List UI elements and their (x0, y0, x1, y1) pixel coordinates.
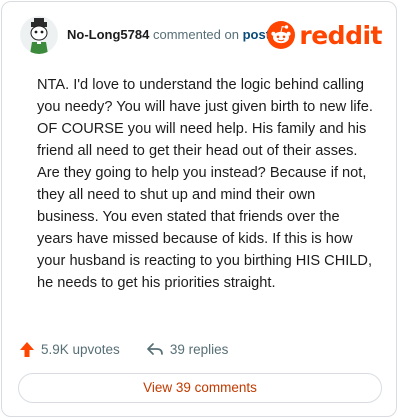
reddit-logo: reddit (267, 19, 382, 51)
reply-arrow-icon (146, 343, 163, 355)
reply-count[interactable]: 39 replies (146, 341, 229, 357)
username-link[interactable]: No-Long5784 (67, 27, 149, 42)
comment-header: No-Long5784 commented on post reddit (20, 16, 382, 56)
user-avatar[interactable] (20, 16, 58, 54)
upvote-label: 5.9K upvotes (41, 341, 120, 357)
byline: No-Long5784 commented on post (67, 27, 270, 42)
post-link[interactable]: post (243, 27, 270, 42)
upvote-arrow-icon (20, 341, 34, 357)
reddit-snoo-icon (267, 21, 296, 49)
view-comments-button[interactable]: View 39 comments (18, 373, 382, 403)
comment-body: NTA. I'd love to understand the logic be… (37, 77, 373, 291)
reddit-wordmark: reddit (299, 20, 382, 50)
reply-label: 39 replies (169, 341, 229, 357)
comment-actions: 5.9K upvotes 39 replies (19, 338, 254, 360)
upvote-count[interactable]: 5.9K upvotes (19, 341, 120, 358)
action-text: commented on (152, 27, 239, 42)
comment-card: No-Long5784 commented on post reddit NTA… (1, 1, 397, 417)
